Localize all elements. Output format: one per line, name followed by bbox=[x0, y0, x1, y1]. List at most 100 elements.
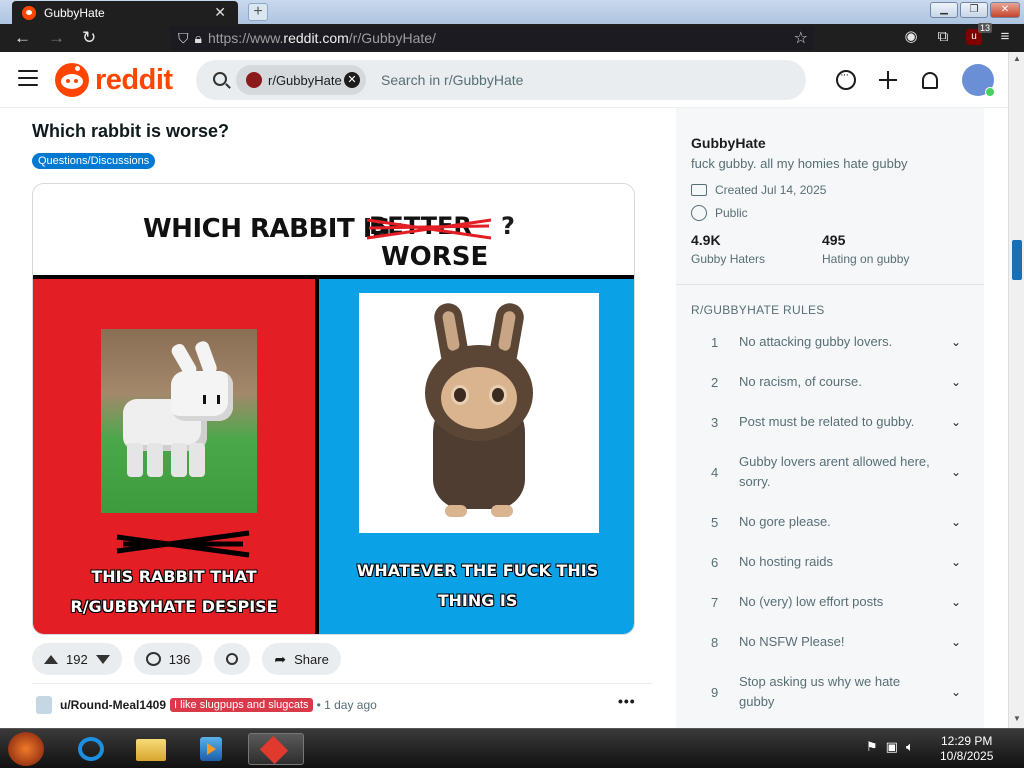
volume-muted-icon[interactable]: 🔈︎ bbox=[906, 739, 914, 755]
share-button[interactable]: ➦ Share bbox=[262, 643, 341, 675]
chevron-down-icon[interactable]: ⌄ bbox=[951, 595, 961, 609]
search-icon bbox=[213, 72, 227, 86]
reload-icon[interactable]: ↻ bbox=[82, 28, 96, 48]
hamburger-menu-icon[interactable] bbox=[18, 70, 38, 91]
network-icon[interactable]: ▣ bbox=[886, 739, 898, 755]
maximize-button[interactable]: ❐ bbox=[960, 2, 988, 18]
rule-item[interactable]: 6 No hosting raids ⌄ bbox=[691, 552, 971, 572]
forward-arrow-icon[interactable]: → bbox=[48, 28, 65, 48]
account-icon[interactable]: ◉ bbox=[902, 28, 920, 46]
bookmark-star-icon[interactable]: ☆ bbox=[794, 28, 808, 48]
meme-replacement-word: WORSE bbox=[381, 242, 489, 272]
address-bar[interactable]: ⛉ 🔒︎ https://www. reddit.com/r/GubbyHate/… bbox=[170, 26, 814, 50]
create-post-icon[interactable] bbox=[878, 70, 898, 90]
browser-toolbar: ← → ↻ ⛉ 🔒︎ https://www. reddit.com/r/Gubb… bbox=[0, 23, 1024, 52]
browser-tab[interactable]: GubbyHate ✕ bbox=[12, 1, 238, 24]
comment-icon bbox=[145, 652, 161, 666]
rule-item[interactable]: 5 No gore please. ⌄ bbox=[691, 512, 971, 532]
rule-item[interactable]: 4 Gubby lovers arent allowed here, sorry… bbox=[691, 452, 971, 492]
chevron-down-icon[interactable]: ⌄ bbox=[951, 555, 961, 569]
url-domain: reddit.com bbox=[283, 30, 349, 46]
award-icon bbox=[226, 653, 239, 665]
taskbar-explorer[interactable] bbox=[126, 733, 174, 765]
page-scrollbar[interactable]: ▲ ▼ bbox=[1008, 52, 1024, 728]
scroll-down-icon[interactable]: ▼ bbox=[1011, 714, 1023, 726]
chevron-down-icon[interactable]: ⌄ bbox=[951, 515, 961, 529]
chevron-down-icon[interactable]: ⌄ bbox=[951, 465, 961, 479]
rule-text: No (very) low effort posts bbox=[739, 594, 884, 609]
taskbar-media-player[interactable] bbox=[186, 733, 234, 765]
rule-item[interactable]: 7 No (very) low effort posts ⌄ bbox=[691, 592, 971, 612]
chip-label: r/GubbyHate bbox=[268, 72, 342, 88]
rule-item[interactable]: 8 No NSFW Please! ⌄ bbox=[691, 632, 971, 652]
rule-number: 7 bbox=[711, 594, 719, 610]
search-bar[interactable]: r/GubbyHate ✕ Search in r/GubbyHate bbox=[196, 60, 806, 100]
rule-item[interactable]: 2 No racism, of course. ⌄ bbox=[691, 372, 971, 392]
comment-author[interactable]: u/Round-Meal1409 bbox=[60, 698, 166, 712]
downvote-icon[interactable] bbox=[95, 654, 110, 664]
rule-number: 3 bbox=[711, 414, 719, 430]
new-tab-button[interactable]: + bbox=[248, 3, 268, 21]
rule-number: 1 bbox=[711, 334, 719, 350]
snoo-icon bbox=[55, 63, 89, 97]
search-input[interactable]: Search in r/GubbyHate bbox=[381, 72, 523, 88]
menu-icon[interactable]: ≡ bbox=[996, 28, 1014, 46]
chevron-down-icon[interactable]: ⌄ bbox=[951, 415, 961, 429]
rule-item[interactable]: 9 Stop asking us why we hate gubby ⌄ bbox=[691, 672, 971, 712]
browser-app-icon bbox=[259, 735, 289, 765]
award-button[interactable] bbox=[214, 643, 251, 675]
upvote-icon[interactable] bbox=[44, 654, 58, 664]
url-prefix: https://www. bbox=[207, 30, 284, 46]
post-image[interactable]: WHICH RABBIT IS BETTER ? WORSE THIS RABB… bbox=[32, 183, 635, 635]
minimize-button[interactable]: ▁ bbox=[930, 2, 958, 18]
system-clock[interactable]: 12:29 PM 10/8/2025 bbox=[940, 734, 993, 764]
created-date: Created Jul 14, 2025 bbox=[691, 183, 826, 197]
reddit-logo[interactable]: reddit bbox=[55, 63, 173, 97]
community-description: fuck gubby. all my homies hate gubby bbox=[691, 156, 908, 171]
rule-number: 5 bbox=[711, 514, 719, 530]
chat-icon[interactable] bbox=[836, 69, 856, 90]
media-player-icon bbox=[200, 737, 222, 761]
extensions-icon[interactable]: ⧉ bbox=[934, 28, 952, 46]
post-actions: 192 136 ➦ Share bbox=[32, 643, 341, 675]
rules-heading: R/GUBBYHATE RULES bbox=[691, 303, 825, 317]
rule-number: 9 bbox=[711, 684, 719, 700]
tab-close-icon[interactable]: ✕ bbox=[214, 4, 226, 21]
meme-question-mark: ? bbox=[501, 212, 515, 240]
comment-header: u/Round-Meal1409 I like slugpups and slu… bbox=[36, 696, 377, 714]
user-flair: I like slugpups and slugcats bbox=[170, 698, 313, 712]
url-path: /r/GubbyHate/ bbox=[348, 30, 436, 46]
post-flair[interactable]: Questions/Discussions bbox=[32, 153, 156, 169]
plush-toy-picture bbox=[359, 293, 599, 533]
rule-item[interactable]: 1 No attacking gubby lovers. ⌄ bbox=[691, 332, 971, 352]
taskbar-browser[interactable] bbox=[248, 733, 304, 765]
post-title[interactable]: Which rabbit is worse? bbox=[32, 121, 229, 142]
meme-right-panel: WHATEVER THE FUCK THIS THING IS bbox=[319, 279, 634, 634]
rule-number: 2 bbox=[711, 374, 719, 390]
close-window-button[interactable]: ✕ bbox=[990, 2, 1020, 18]
community-search-chip[interactable]: r/GubbyHate ✕ bbox=[236, 65, 366, 95]
more-options-icon[interactable]: ••• bbox=[618, 693, 636, 709]
chevron-down-icon[interactable]: ⌄ bbox=[951, 335, 961, 349]
rule-text: No gore please. bbox=[739, 514, 831, 529]
rule-number: 8 bbox=[711, 634, 719, 650]
chevron-down-icon[interactable]: ⌄ bbox=[951, 685, 961, 699]
chip-clear-icon[interactable]: ✕ bbox=[344, 72, 360, 88]
flag-icon[interactable]: ⚑ bbox=[866, 739, 878, 755]
right-caption-line2: THING IS bbox=[437, 591, 518, 610]
chevron-down-icon[interactable]: ⌄ bbox=[951, 635, 961, 649]
ublock-icon[interactable]: u 13 bbox=[966, 23, 993, 45]
visibility: Public bbox=[691, 205, 748, 221]
taskbar-ie[interactable] bbox=[66, 733, 114, 765]
start-button[interactable] bbox=[8, 732, 44, 766]
scroll-up-icon[interactable]: ▲ bbox=[1011, 54, 1023, 66]
back-arrow-icon[interactable]: ← bbox=[14, 28, 31, 48]
rule-item[interactable]: 3 Post must be related to gubby. ⌄ bbox=[691, 412, 971, 432]
notifications-bell-icon[interactable] bbox=[922, 71, 938, 89]
user-avatar[interactable] bbox=[962, 64, 995, 97]
comments-button[interactable]: 136 bbox=[133, 643, 203, 675]
shield-icon[interactable]: ⛉ bbox=[178, 30, 189, 47]
scrollbar-thumb[interactable] bbox=[1012, 240, 1022, 280]
chevron-down-icon[interactable]: ⌄ bbox=[951, 375, 961, 389]
commenter-avatar[interactable] bbox=[36, 696, 52, 714]
